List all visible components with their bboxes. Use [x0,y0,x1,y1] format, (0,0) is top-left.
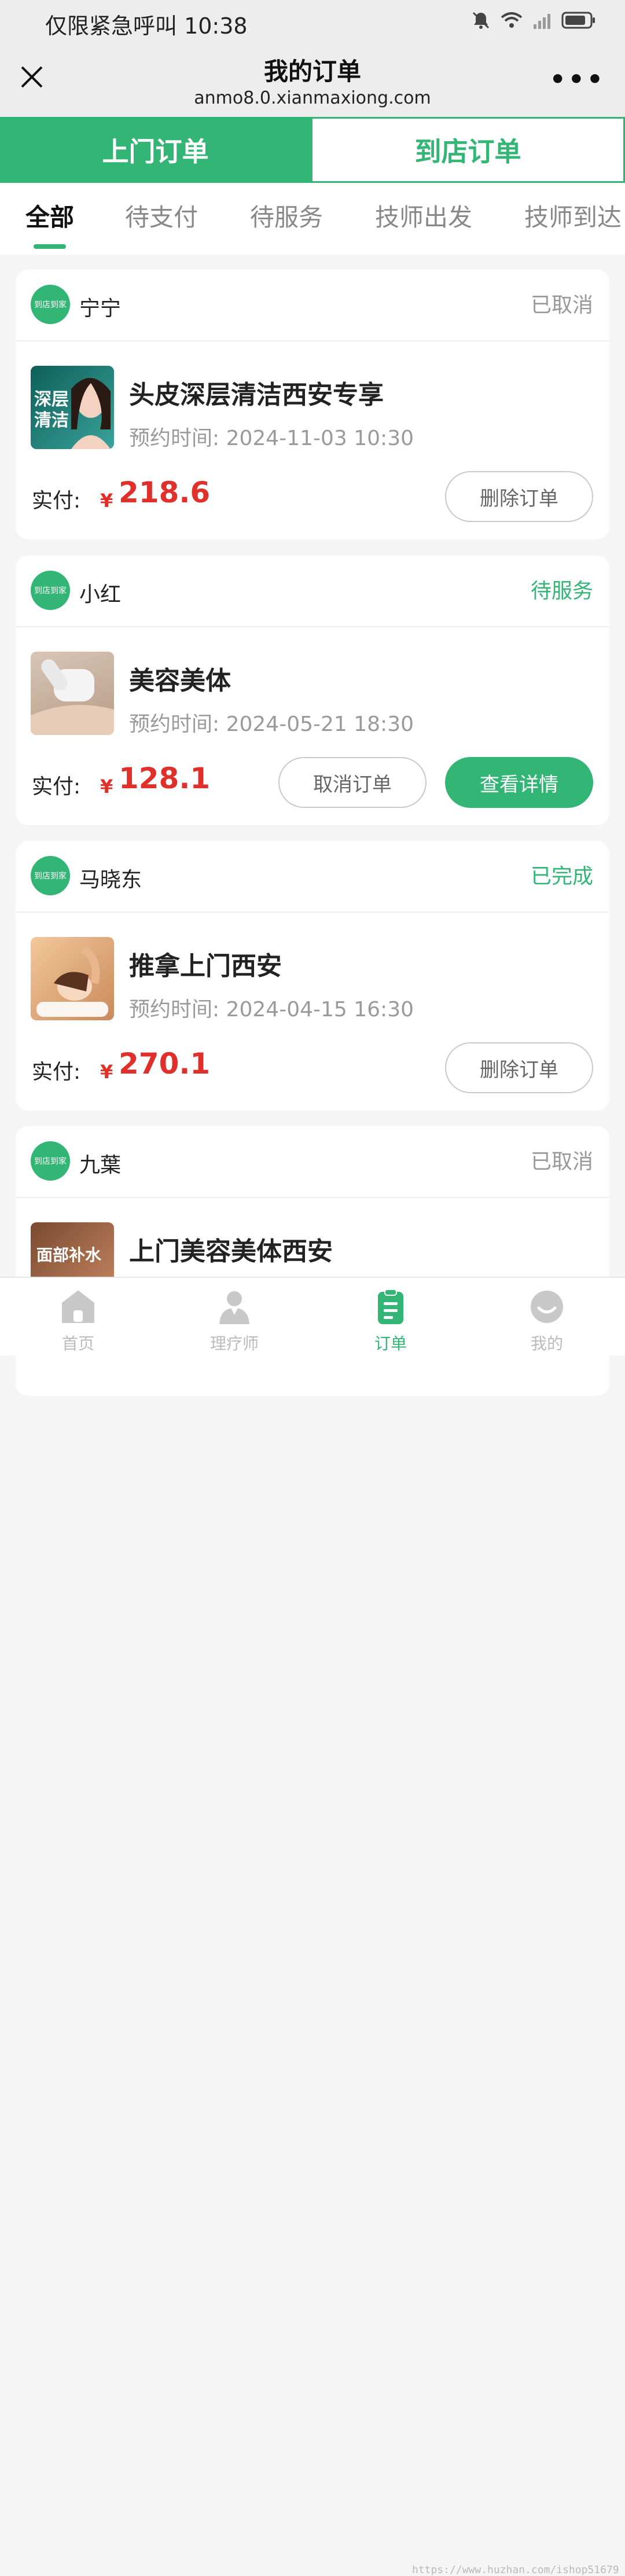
order-status: 待服务 [530,579,593,603]
tabbar-label: 首页 [61,1334,94,1353]
segment-home-orders[interactable]: 上门订单 [0,117,311,183]
signal-icon [532,10,552,32]
svg-text:清洁: 清洁 [34,410,69,431]
order-status: 已取消 [530,1150,593,1174]
appointment-time: 预约时间: 2024-05-21 18:30 [129,707,414,737]
shop-logo: 到店到家 [31,856,70,895]
appointment-time: 预约时间: 2024-11-03 10:30 [129,421,414,451]
tab-therapist-departed[interactable]: 技师出发 [375,198,472,233]
paid-label: 实付: [32,1060,81,1084]
order-card-header: 到店到家 马晓东 已完成 [16,841,609,913]
appointment-time: 预约时间: 2024-04-15 16:30 [129,993,414,1023]
shop-name: 马晓东 [79,868,142,892]
paid-label: 实付: [32,775,81,799]
cancel-order-button[interactable]: 取消订单 [278,757,427,808]
tabbar-mine[interactable]: 我的 [469,1278,625,1355]
product-thumbnail [31,652,114,735]
segment-store-orders[interactable]: 到店订单 [311,117,625,183]
currency-symbol: ¥ [100,490,113,512]
time-label: 预约时间: [129,427,220,450]
shop-logo: 到店到家 [31,571,70,610]
watermark: https://www.huzhan.com/ishop51679 [412,2564,619,2576]
time-value: 2024-04-15 16:30 [226,998,414,1021]
order-card-header: 到店到家 小红 待服务 [16,556,609,627]
shop-logo: 到店到家 [31,1141,70,1181]
status-icons [471,10,596,32]
product-name: 上门美容美体西安 [129,1237,333,1266]
tab-all[interactable]: 全部 [25,198,74,233]
order-card[interactable]: 到店到家 小红 待服务 美容美体 预约时间: 2024-05-21 18:30 … [16,556,609,825]
more-icon[interactable]: ••• [550,67,605,93]
tabbar-label: 订单 [374,1334,407,1353]
tab-pending-service[interactable]: 待服务 [250,198,323,233]
battery-icon [561,12,596,31]
view-details-button[interactable]: 查看详情 [445,757,593,808]
tabbar-label: 理疗师 [209,1334,259,1353]
orders-icon [372,1288,409,1325]
status-bar: 仅限紧急呼叫 10:38 [0,0,625,42]
delete-order-button[interactable]: 删除订单 [445,471,593,522]
order-type-segment: 上门订单 到店订单 [0,117,625,183]
tabbar-therapist[interactable]: 理疗师 [156,1278,312,1355]
currency-symbol: ¥ [100,1061,113,1083]
tabbar-home[interactable]: 首页 [0,1278,156,1355]
shop-name: 九葉 [79,1153,122,1177]
order-card[interactable]: 到店到家 九葉 已取消 面部补水 上门美容美体西安 [16,1126,609,1396]
status-tabs: 全部 待支付 待服务 技师出发 技师到达 [0,183,625,255]
order-card-header: 到店到家 宁宁 已取消 [16,270,609,341]
time-label: 预约时间: [129,712,220,736]
paid-label: 实付: [32,489,81,513]
svg-text:面部补水: 面部补水 [36,1245,102,1265]
status-text: 仅限紧急呼叫 10:38 [45,13,248,39]
order-card[interactable]: 到店到家 宁宁 已取消 深层 清洁 头皮深层清洁西安专享 预约时间: 2024-… [16,270,609,539]
order-card-header: 到店到家 九葉 已取消 [16,1126,609,1198]
time-value: 2024-05-21 18:30 [226,712,414,736]
profile-icon [528,1288,565,1325]
product-name: 头皮深层清洁西安专享 [129,380,384,410]
home-icon [60,1288,97,1325]
tabbar-orders[interactable]: 订单 [312,1278,469,1355]
currency-symbol: ¥ [100,776,113,798]
shop-name: 小红 [79,583,122,607]
tab-pending-payment[interactable]: 待支付 [125,198,198,233]
paid-amount: 218.6 [119,476,211,509]
paid-amount: 270.1 [119,1047,211,1081]
tabbar-label: 我的 [530,1334,563,1353]
svg-text:深层: 深层 [34,389,69,410]
nav-bar: 我的订单 anmo8.0.xianmaxiong.com ••• [0,42,625,117]
product-name: 美容美体 [129,666,231,696]
product-thumbnail [31,937,114,1020]
order-status: 已取消 [530,293,593,317]
time-label: 预约时间: [129,998,220,1021]
delete-order-button[interactable]: 删除订单 [445,1042,593,1093]
product-name: 推拿上门西安 [129,951,282,981]
order-card[interactable]: 到店到家 马晓东 已完成 推拿上门西安 预约时间: 2024-04-15 16:… [16,841,609,1111]
shop-name: 宁宁 [79,297,122,321]
paid-amount: 128.1 [119,762,211,795]
tab-indicator [34,244,66,249]
bottom-tab-bar: 首页 理疗师 订单 我的 https://www.huzhan.com/isho… [0,1277,625,2576]
bell-off-icon [471,10,491,32]
page-url: anmo8.0.xianmaxiong.com [194,88,431,108]
time-value: 2024-11-03 10:30 [226,427,414,450]
product-thumbnail: 深层 清洁 [31,366,114,449]
order-status: 已完成 [530,865,593,888]
shop-logo: 到店到家 [31,285,70,324]
page-title: 我的订单 [263,57,361,86]
tab-therapist-arrived[interactable]: 技师到达 [524,198,622,233]
therapist-icon [216,1288,253,1325]
wifi-icon [500,10,523,32]
